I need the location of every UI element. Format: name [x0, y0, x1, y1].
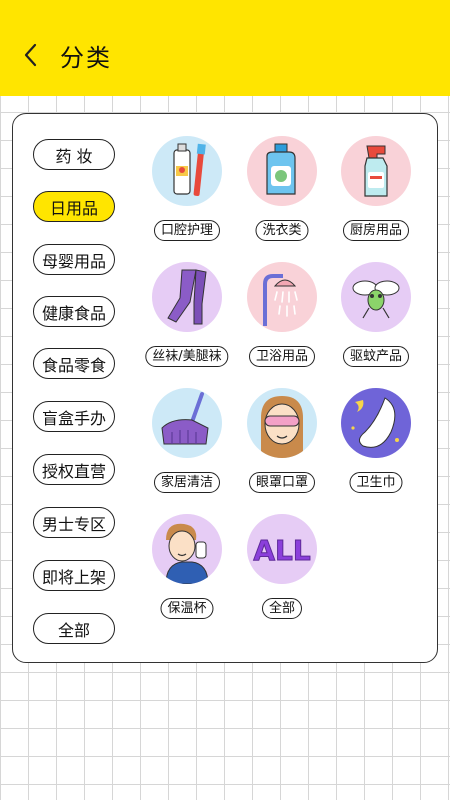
product-category-sanitary[interactable]: 卫生巾 [326, 388, 426, 498]
category-panel: 药 妆 日用品 母婴用品 健康食品 食品零食 盲盒手办 授权直营 男士专区 即将… [12, 113, 438, 663]
all-icon: ALL [247, 514, 317, 584]
product-category-laundry[interactable]: 洗衣类 [232, 136, 332, 246]
broom-icon [152, 388, 222, 458]
category-item-authorized[interactable]: 授权直营 [33, 454, 115, 485]
toothpaste-icon [152, 136, 222, 206]
product-label: 驱蚊产品 [342, 346, 410, 367]
product-label: 卫生巾 [349, 472, 403, 493]
category-item-all[interactable]: 全部 [33, 613, 115, 644]
product-category-thermos[interactable]: 保温杯 [137, 514, 237, 624]
category-item-mens[interactable]: 男士专区 [33, 507, 115, 538]
category-item-coming-soon[interactable]: 即将上架 [33, 560, 115, 591]
product-label: 丝袜/美腿袜 [145, 346, 229, 367]
product-category-bathroom[interactable]: 卫浴用品 [232, 262, 332, 372]
back-button[interactable] [20, 40, 44, 70]
product-category-stockings[interactable]: 丝袜/美腿袜 [137, 262, 237, 372]
man-with-cup-icon [152, 514, 222, 584]
spray-bottle-icon [341, 136, 411, 206]
detergent-icon [247, 136, 317, 206]
mosquito-icon [341, 262, 411, 332]
sanitary-pad-icon [341, 388, 411, 458]
mask-girl-icon [247, 388, 317, 458]
product-category-all[interactable]: ALL 全部 [232, 514, 332, 624]
category-item-health-food[interactable]: 健康食品 [33, 296, 115, 327]
product-label: 洗衣类 [255, 220, 309, 241]
shower-icon [247, 262, 317, 332]
product-label: 保温杯 [160, 598, 214, 619]
product-label: 家居清洁 [153, 472, 221, 493]
product-category-eye-masks[interactable]: 眼罩口罩 [232, 388, 332, 498]
product-label: 卫浴用品 [248, 346, 316, 367]
product-category-oral-care[interactable]: 口腔护理 [137, 136, 237, 246]
product-label: 厨房用品 [342, 220, 410, 241]
page-title: 分类 [60, 44, 112, 72]
top-bar: 分类 [0, 0, 450, 96]
category-item-daily-goods[interactable]: 日用品 [33, 191, 115, 222]
stockings-icon [152, 262, 222, 332]
product-category-kitchen[interactable]: 厨房用品 [326, 136, 426, 246]
product-category-home-cleaning[interactable]: 家居清洁 [137, 388, 237, 498]
chevron-left-icon [24, 43, 37, 67]
category-item-blind-box[interactable]: 盲盒手办 [33, 401, 115, 432]
product-label: 口腔护理 [153, 220, 221, 241]
category-item-cosmetics[interactable]: 药 妆 [33, 139, 115, 170]
category-item-snacks[interactable]: 食品零食 [33, 348, 115, 379]
category-item-maternal-baby[interactable]: 母婴用品 [33, 244, 115, 275]
product-category-mosquito[interactable]: 驱蚊产品 [326, 262, 426, 372]
product-label: 全部 [261, 598, 303, 619]
product-label: 眼罩口罩 [248, 472, 316, 493]
svg-text:ALL: ALL [253, 534, 311, 567]
